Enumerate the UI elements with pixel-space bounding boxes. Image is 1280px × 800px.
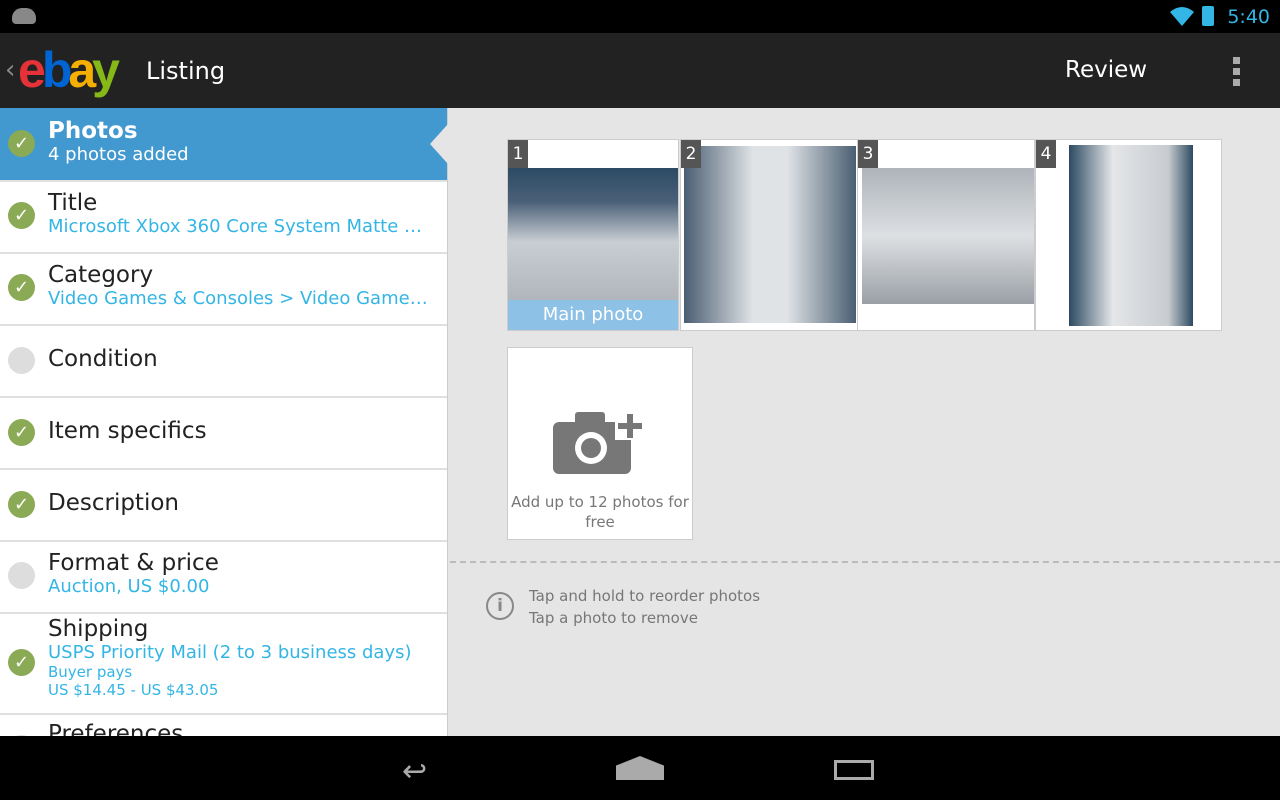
back-icon[interactable]: ↩ (402, 754, 427, 789)
photo-image (1069, 145, 1193, 326)
photo-tile-1[interactable]: 1 Main photo (507, 139, 679, 331)
item-label: Preferences (48, 721, 184, 736)
ebay-logo[interactable]: ebay (18, 41, 120, 99)
item-label: Category (48, 262, 154, 288)
sidebar-item-category[interactable]: ✓ Category Video Games & Consoles > Vide… (0, 254, 447, 324)
check-icon: ✓ (8, 274, 35, 301)
add-photo-button[interactable]: Add up to 12 photos for free (507, 347, 693, 540)
item-label: Photos (48, 118, 138, 144)
item-sub: 4 photos added (48, 144, 189, 165)
page-title: Listing (146, 57, 226, 85)
overflow-menu-icon[interactable] (1233, 57, 1241, 87)
camera-plus-icon (553, 410, 645, 474)
buyer-pays-label: Buyer pays (48, 663, 133, 681)
sidebar-item-item-specifics[interactable]: ✓ Item specifics (0, 398, 447, 468)
battery-icon (1202, 6, 1214, 26)
tip-reorder: Tap and hold to reorder photos (529, 587, 761, 605)
item-label: Description (48, 490, 179, 516)
item-label: Item specifics (48, 418, 207, 444)
sidebar-item-description[interactable]: ✓ Description (0, 470, 447, 540)
empty-circle-icon (8, 562, 35, 589)
back-chevron-icon[interactable]: ‹ (5, 55, 15, 85)
sidebar-item-shipping[interactable]: ✓ Shipping USPS Priority Mail (2 to 3 bu… (0, 614, 447, 713)
add-photo-text: Add up to 12 photos for free (511, 493, 689, 531)
item-label: Format & price (48, 550, 219, 576)
item-sub: Auction, US $0.00 (48, 576, 210, 597)
selection-pointer (430, 124, 448, 164)
home-icon[interactable] (616, 756, 664, 780)
clock: 5:40 (1227, 6, 1270, 28)
photo-tile-4[interactable]: 4 (1035, 139, 1222, 331)
android-icon (12, 8, 36, 24)
main-photo-label: Main photo (508, 300, 678, 330)
check-icon: ✓ (8, 649, 35, 676)
sidebar-item-preferences[interactable]: Preferences (0, 715, 447, 736)
photo-number: 3 (858, 140, 878, 168)
shipping-cost-range: US $14.45 - US $43.05 (48, 681, 219, 699)
item-sub: Video Games & Consoles > Video Game Cons… (48, 288, 432, 309)
item-label: Title (48, 190, 98, 216)
item-sub: Microsoft Xbox 360 Core System Matte Whi… (48, 216, 432, 237)
info-icon: i (486, 592, 514, 620)
check-icon: ✓ (8, 419, 35, 446)
check-icon: ✓ (8, 130, 35, 157)
wifi-icon (1170, 7, 1194, 26)
divider (450, 561, 1280, 563)
navigation-bar: ↩ (0, 736, 1280, 800)
sidebar-item-format-price[interactable]: Format & price Auction, US $0.00 (0, 542, 447, 612)
sidebar: ✓ Photos 4 photos added ✓ Title Microsof… (0, 108, 448, 736)
action-bar: ‹ ebay Listing Review (0, 33, 1280, 108)
photo-number: 2 (681, 140, 701, 168)
photo-image (508, 168, 678, 302)
sidebar-item-photos[interactable]: ✓ Photos 4 photos added (0, 108, 447, 180)
photo-number: 4 (1036, 140, 1056, 168)
photo-tile-2[interactable]: 2 (680, 139, 858, 331)
status-bar: 5:40 (0, 0, 1280, 33)
check-icon: ✓ (8, 202, 35, 229)
photo-image (684, 146, 856, 323)
item-label: Shipping (48, 616, 149, 642)
item-sub: USPS Priority Mail (2 to 3 business days… (48, 642, 412, 663)
item-label: Condition (48, 346, 158, 372)
sidebar-item-condition[interactable]: Condition (0, 326, 447, 396)
sidebar-item-title[interactable]: ✓ Title Microsoft Xbox 360 Core System M… (0, 182, 447, 252)
tip-remove: Tap a photo to remove (529, 609, 698, 627)
photo-number: 1 (508, 140, 528, 168)
empty-circle-icon (8, 347, 35, 374)
recent-apps-icon[interactable] (834, 760, 874, 780)
photo-tile-3[interactable]: 3 (857, 139, 1035, 331)
photo-image (862, 168, 1034, 304)
check-icon: ✓ (8, 491, 35, 518)
review-button[interactable]: Review (1065, 57, 1147, 83)
